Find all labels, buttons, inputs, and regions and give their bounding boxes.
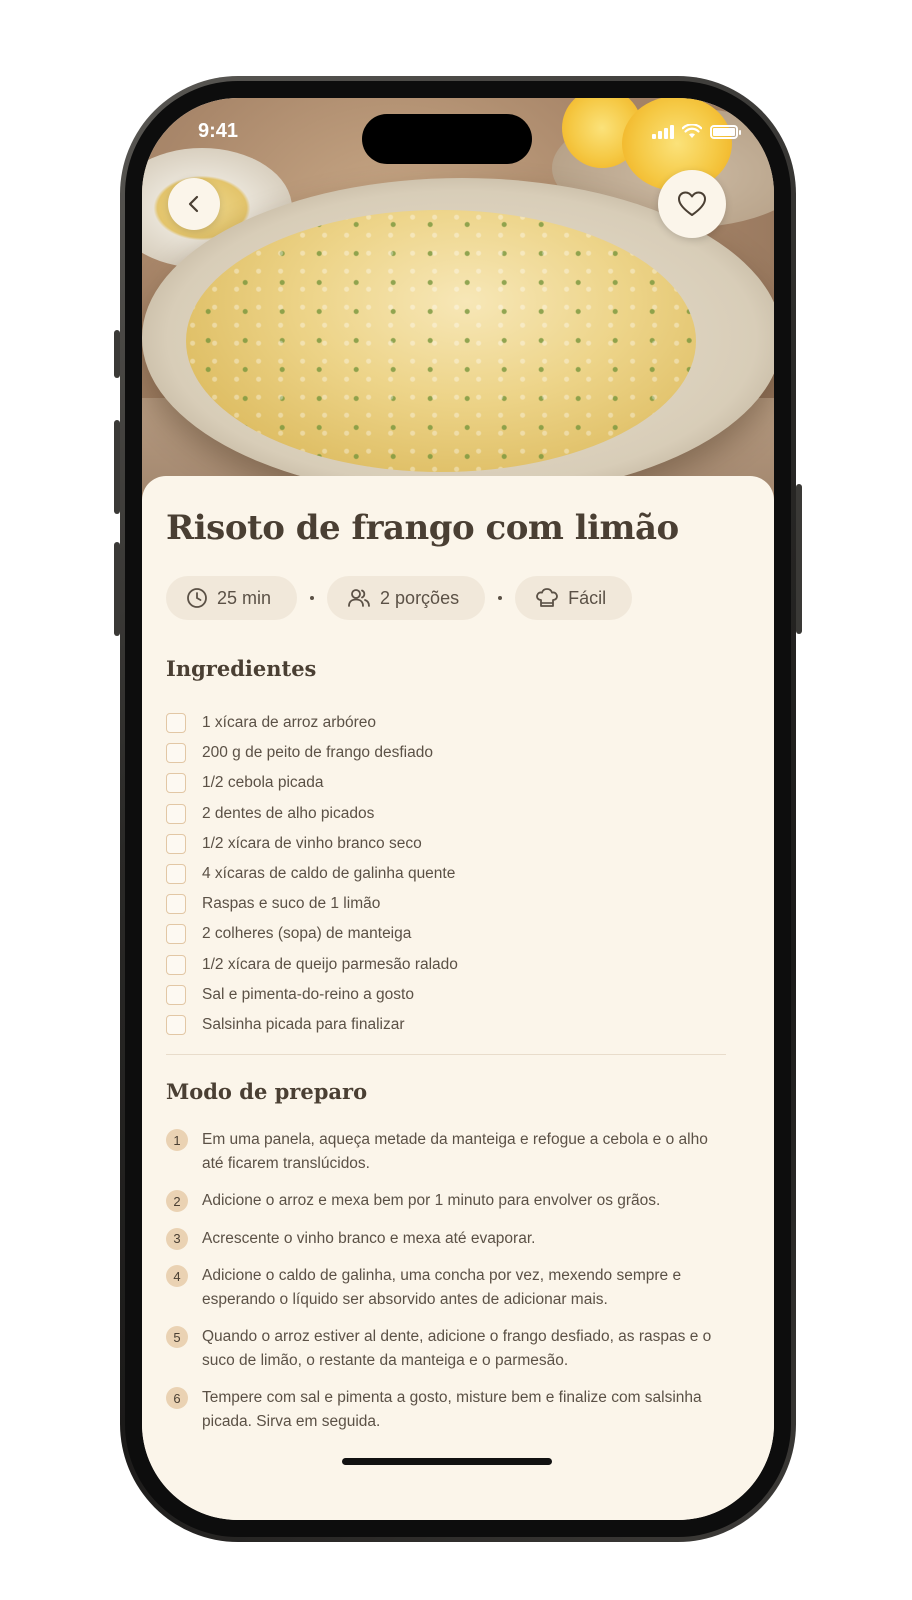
step-number-badge: 4	[166, 1265, 188, 1287]
preparation-step: 3 Acrescente o vinho branco e mexa até e…	[166, 1227, 726, 1251]
power-button	[796, 484, 802, 634]
step-number-badge: 3	[166, 1227, 188, 1250]
time-label: 25 min	[217, 587, 272, 608]
step-number-badge: 5	[166, 1326, 188, 1348]
ingredients-list: 1 xícara de arroz arbóreo 200 g de peito…	[166, 708, 458, 1040]
action-button	[114, 330, 120, 378]
meta-separator	[498, 596, 503, 600]
volume-up-button	[114, 420, 120, 514]
ingredient-item: 2 colheres (sopa) de manteiga	[166, 919, 458, 949]
ingredient-checkbox[interactable]	[166, 924, 186, 945]
step-number-badge: 6	[166, 1387, 188, 1409]
ingredient-item: 2 dentes de alho picados	[166, 799, 458, 829]
ingredient-checkbox[interactable]	[166, 803, 186, 824]
preparation-step: 4 Adicione o caldo de galinha, uma conch…	[166, 1264, 726, 1311]
step-text: Acrescente o vinho branco e mexa até eva…	[202, 1229, 536, 1247]
preparation-heading: Modo de preparo	[166, 1079, 368, 1104]
ingredient-label: 1/2 cebola picada	[202, 774, 324, 792]
ingredient-item: 4 xícaras de caldo de galinha quente	[166, 859, 458, 889]
difficulty-chip: Fácil	[515, 576, 633, 620]
step-text: Adicione o arroz e mexa bem por 1 minuto…	[202, 1192, 661, 1209]
ingredient-item: Raspas e suco de 1 limão	[166, 889, 458, 919]
recipe-title: Risoto de frango com limão	[166, 508, 679, 548]
volume-down-button	[114, 542, 120, 636]
step-text: Quando o arroz estiver al dente, adicion…	[202, 1328, 712, 1369]
favorite-button[interactable]	[658, 170, 726, 238]
ingredient-label: 4 xícaras de caldo de galinha quente	[202, 865, 456, 883]
app-screen: 9:41 Risoto de frango com limão 25 min 2…	[142, 98, 774, 1520]
ingredient-checkbox[interactable]	[166, 894, 186, 915]
ingredient-label: Sal e pimenta-do-reino a gosto	[202, 985, 414, 1003]
home-indicator[interactable]	[342, 1458, 552, 1465]
ingredient-label: 2 dentes de alho picados	[202, 804, 375, 822]
ingredient-item: 1/2 xícara de vinho branco seco	[166, 829, 458, 859]
clock-icon	[187, 588, 207, 608]
ingredient-checkbox[interactable]	[166, 864, 186, 885]
recipe-details-sheet: Risoto de frango com limão 25 min 2 porç…	[142, 476, 774, 1520]
back-button[interactable]	[168, 178, 220, 230]
preparation-step: 2 Adicione o arroz e mexa bem por 1 minu…	[166, 1189, 726, 1213]
step-text: Tempere com sal e pimenta a gosto, mistu…	[202, 1389, 702, 1430]
ingredient-item: 1 xícara de arroz arbóreo	[166, 708, 458, 738]
risotto-image	[186, 210, 696, 472]
ingredient-checkbox[interactable]	[166, 773, 186, 794]
ingredient-label: Raspas e suco de 1 limão	[202, 895, 381, 913]
ingredient-checkbox[interactable]	[166, 984, 186, 1005]
ingredient-label: 1/2 xícara de vinho branco seco	[202, 834, 422, 852]
ingredient-item: 1/2 xícara de queijo parmesão ralado	[166, 950, 458, 980]
status-icons	[652, 124, 741, 139]
preparation-step: 1 Em uma panela, aqueça metade da mantei…	[166, 1128, 726, 1175]
servings-chip: 2 porções	[327, 576, 486, 620]
ingredient-item: 200 g de peito de frango desfiado	[166, 738, 458, 768]
difficulty-label: Fácil	[568, 587, 607, 608]
recipe-meta-row: 25 min 2 porções Fácil	[166, 576, 633, 620]
preparation-step: 6 Tempere com sal e pimenta a gosto, mis…	[166, 1386, 726, 1433]
preparation-steps-list: 1 Em uma panela, aqueça metade da mantei…	[166, 1128, 726, 1433]
ingredient-label: 2 colheres (sopa) de manteiga	[202, 925, 412, 943]
ingredients-heading: Ingredientes	[166, 656, 317, 681]
cellular-signal-icon	[652, 124, 674, 139]
step-text: Adicione o caldo de galinha, uma concha …	[202, 1267, 682, 1308]
heart-icon	[678, 191, 706, 216]
ingredient-checkbox[interactable]	[166, 954, 186, 975]
wifi-icon	[682, 124, 702, 138]
ingredient-checkbox[interactable]	[166, 833, 186, 854]
ingredient-label: 200 g de peito de frango desfiado	[202, 744, 433, 762]
chevron-left-icon	[188, 195, 199, 213]
people-icon	[348, 589, 370, 607]
ingredient-label: 1/2 xícara de queijo parmesão ralado	[202, 955, 458, 973]
dynamic-island	[362, 114, 532, 164]
ingredient-item: 1/2 cebola picada	[166, 768, 458, 798]
ingredient-label: Salsinha picada para finalizar	[202, 1015, 405, 1033]
status-time: 9:41	[198, 120, 239, 142]
recipe-hero-image: 9:41	[142, 98, 774, 518]
ingredient-item: Sal e pimenta-do-reino a gosto	[166, 980, 458, 1010]
battery-icon	[710, 124, 741, 139]
ingredient-label: 1 xícara de arroz arbóreo	[202, 714, 377, 732]
section-divider	[166, 1054, 726, 1055]
ingredient-checkbox[interactable]	[166, 743, 186, 764]
chef-hat-icon	[536, 588, 558, 607]
ingredient-checkbox[interactable]	[166, 1014, 186, 1035]
ingredient-checkbox[interactable]	[166, 713, 186, 734]
step-text: Em uma panela, aqueça metade da manteiga…	[202, 1131, 708, 1172]
servings-label: 2 porções	[380, 587, 460, 608]
preparation-step: 5 Quando o arroz estiver al dente, adici…	[166, 1325, 726, 1372]
step-number-badge: 2	[166, 1190, 188, 1212]
step-number-badge: 1	[166, 1129, 188, 1151]
meta-separator	[310, 596, 315, 600]
ingredient-item: Salsinha picada para finalizar	[166, 1010, 458, 1040]
time-chip: 25 min	[166, 576, 298, 620]
